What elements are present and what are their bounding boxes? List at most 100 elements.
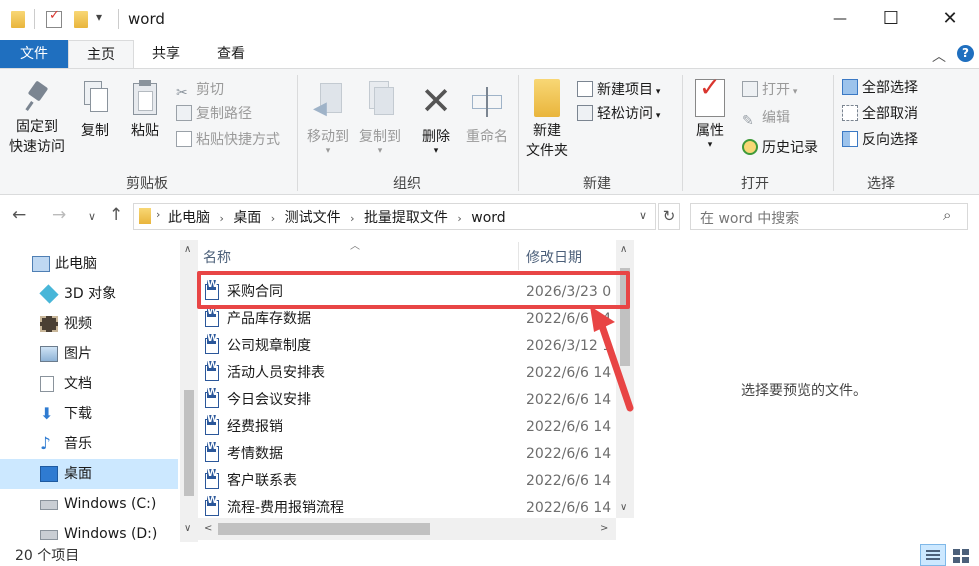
nav-item-videos[interactable]: 视频 xyxy=(0,309,178,339)
scroll-up-icon[interactable]: ∧ xyxy=(184,244,191,255)
file-row[interactable]: 产品库存数据 2022/6/6 14 xyxy=(198,306,622,333)
close-button[interactable]: ✕ xyxy=(938,7,962,31)
search-input[interactable]: 在 word 中搜索 xyxy=(700,208,799,228)
move-to-button[interactable]: ◀ 移动到 ▾ xyxy=(302,79,354,156)
copy-button[interactable]: 复制 xyxy=(74,79,116,141)
chevron-right-icon[interactable]: › xyxy=(156,208,160,221)
recent-locations-chevron-icon[interactable]: ∨ xyxy=(88,210,96,223)
breadcrumb: 此电脑 › 桌面 › 测试文件 › 批量提取文件 › word xyxy=(168,210,506,226)
rename-button[interactable]: 重命名 xyxy=(460,79,514,147)
new-item-button[interactable]: 新建项目 ▾ xyxy=(577,79,660,101)
scroll-down-icon[interactable]: ∨ xyxy=(184,523,191,534)
nav-item-downloads[interactable]: ⬇ 下载 xyxy=(0,399,178,429)
large-icons-view-icon[interactable] xyxy=(951,546,971,564)
maximize-button[interactable]: ☐ xyxy=(879,7,903,31)
nav-item-pictures[interactable]: 图片 xyxy=(0,339,178,369)
file-row[interactable]: 活动人员安排表 2022/6/6 14 xyxy=(198,360,622,387)
column-header-date[interactable]: 修改日期 xyxy=(526,245,582,271)
new-folder-label-2: 文件夹 xyxy=(526,143,568,159)
easy-access-button[interactable]: 轻松访问 ▾ xyxy=(577,103,660,125)
file-row[interactable]: 考情数据 2022/6/6 14 xyxy=(198,441,622,468)
address-bar[interactable]: › 此电脑 › 桌面 › 测试文件 › 批量提取文件 › word ∨ xyxy=(133,203,656,230)
divider xyxy=(682,75,683,191)
copy-to-button[interactable]: 复制到 ▾ xyxy=(354,79,406,156)
forward-arrow-icon[interactable]: → xyxy=(52,205,66,225)
minimize-button[interactable]: — xyxy=(828,7,852,31)
cut-button[interactable]: ✂ 剪切 xyxy=(176,79,224,101)
new-folder-quick-icon[interactable] xyxy=(74,11,88,28)
nav-item-music[interactable]: ♪ 音乐 xyxy=(0,429,178,459)
cube-icon xyxy=(39,284,59,304)
nav-item-desktop[interactable]: 桌面 xyxy=(0,459,178,489)
file-row[interactable]: 经费报销 2022/6/6 14 xyxy=(198,414,622,441)
search-icon[interactable]: ⌕ xyxy=(943,206,951,224)
edit-button[interactable]: ✎ 编辑 xyxy=(742,107,790,129)
scroll-up-icon[interactable]: ∧ xyxy=(620,244,627,255)
search-box[interactable]: 在 word 中搜索 ⌕ xyxy=(690,203,968,230)
file-row[interactable]: 公司规章制度 2026/3/12 1 xyxy=(198,333,622,360)
paste-shortcut-icon xyxy=(176,131,192,147)
select-none-button[interactable]: 全部取消 xyxy=(842,103,918,125)
nav-item-this-pc[interactable]: 此电脑 xyxy=(0,249,178,279)
open-button[interactable]: 打开 ▾ xyxy=(742,79,797,101)
new-folder-icon xyxy=(534,79,560,117)
nav-item-documents[interactable]: 文档 xyxy=(0,369,178,399)
address-dropdown-icon[interactable]: ∨ xyxy=(639,209,647,222)
file-row[interactable]: 客户联系表 2022/6/6 14 xyxy=(198,468,622,495)
paste-button[interactable]: 粘贴 xyxy=(124,79,166,141)
properties-quick-icon[interactable]: ✓ xyxy=(46,8,62,28)
open-label: 打开 xyxy=(762,82,790,98)
help-icon[interactable]: ? xyxy=(957,45,974,62)
file-row[interactable]: 今日会议安排 2022/6/6 14 xyxy=(198,387,622,414)
scroll-right-icon[interactable]: > xyxy=(600,523,608,534)
file-row[interactable]: 流程-费用报销流程 2022/6/6 14 xyxy=(198,495,622,518)
nav-item-3d-objects[interactable]: 3D 对象 xyxy=(0,279,178,309)
delete-button[interactable]: ✕ 删除 ▾ xyxy=(416,79,456,156)
back-arrow-icon[interactable]: ← xyxy=(12,205,26,225)
refresh-icon[interactable]: ↻ xyxy=(658,203,680,230)
new-folder-button[interactable]: 新建 文件夹 xyxy=(522,79,572,161)
tab-file[interactable]: 文件 xyxy=(0,40,68,69)
history-button[interactable]: 历史记录 xyxy=(742,137,818,159)
scrollbar-thumb[interactable] xyxy=(218,523,430,535)
nav-label: 下载 xyxy=(64,406,92,422)
delete-x-icon: ✕ xyxy=(420,79,452,123)
word-document-icon xyxy=(205,442,219,462)
breadcrumb-item[interactable]: word xyxy=(471,210,505,226)
list-hscrollbar[interactable]: < > xyxy=(198,518,616,540)
invert-selection-button[interactable]: 反向选择 xyxy=(842,129,918,151)
select-all-label: 全部选择 xyxy=(862,80,918,96)
up-arrow-icon[interactable]: ↑ xyxy=(109,205,123,225)
nav-scrollbar[interactable]: ∧ ∨ xyxy=(180,240,198,542)
details-view-icon[interactable] xyxy=(920,544,946,566)
breadcrumb-item[interactable]: 桌面 xyxy=(233,210,261,226)
file-name: 经费报销 xyxy=(227,419,283,435)
collapse-ribbon-icon[interactable]: ︿ xyxy=(932,46,946,66)
paste-shortcut-button[interactable]: 粘贴快捷方式 xyxy=(176,129,280,151)
breadcrumb-item[interactable]: 批量提取文件 xyxy=(364,210,448,226)
properties-button[interactable]: ✓ 属性 ▾ xyxy=(688,75,732,150)
tab-home[interactable]: 主页 xyxy=(68,40,134,69)
copy-path-icon xyxy=(176,105,192,121)
title-bar: ✓ ▾ word — ☐ ✕ xyxy=(0,0,979,40)
breadcrumb-item[interactable]: 测试文件 xyxy=(285,210,341,226)
word-document-icon xyxy=(205,496,219,516)
tab-view[interactable]: 查看 xyxy=(205,40,257,69)
delete-label: 删除 xyxy=(422,129,450,145)
scrollbar-thumb[interactable] xyxy=(184,390,194,496)
scroll-left-icon[interactable]: < xyxy=(204,523,212,534)
quick-access-dropdown-icon[interactable]: ▾ xyxy=(96,10,110,27)
nav-item-drive-c[interactable]: Windows (C:) xyxy=(0,489,178,519)
breadcrumb-item[interactable]: 此电脑 xyxy=(168,210,210,226)
nav-item-drive-d[interactable]: Windows (D:) xyxy=(0,519,178,542)
computer-icon xyxy=(32,256,50,272)
select-all-button[interactable]: 全部选择 xyxy=(842,77,918,99)
word-document-icon xyxy=(205,469,219,489)
column-header-name[interactable]: 名称 xyxy=(198,245,518,271)
pin-to-quick-access-button[interactable]: 固定到 快速访问 xyxy=(4,79,70,157)
divider xyxy=(118,9,119,29)
tab-share[interactable]: 共享 xyxy=(140,40,192,69)
properties-icon: ✓ xyxy=(695,75,725,117)
copy-path-button[interactable]: 复制路径 xyxy=(176,103,252,125)
nav-label: 桌面 xyxy=(64,466,92,482)
